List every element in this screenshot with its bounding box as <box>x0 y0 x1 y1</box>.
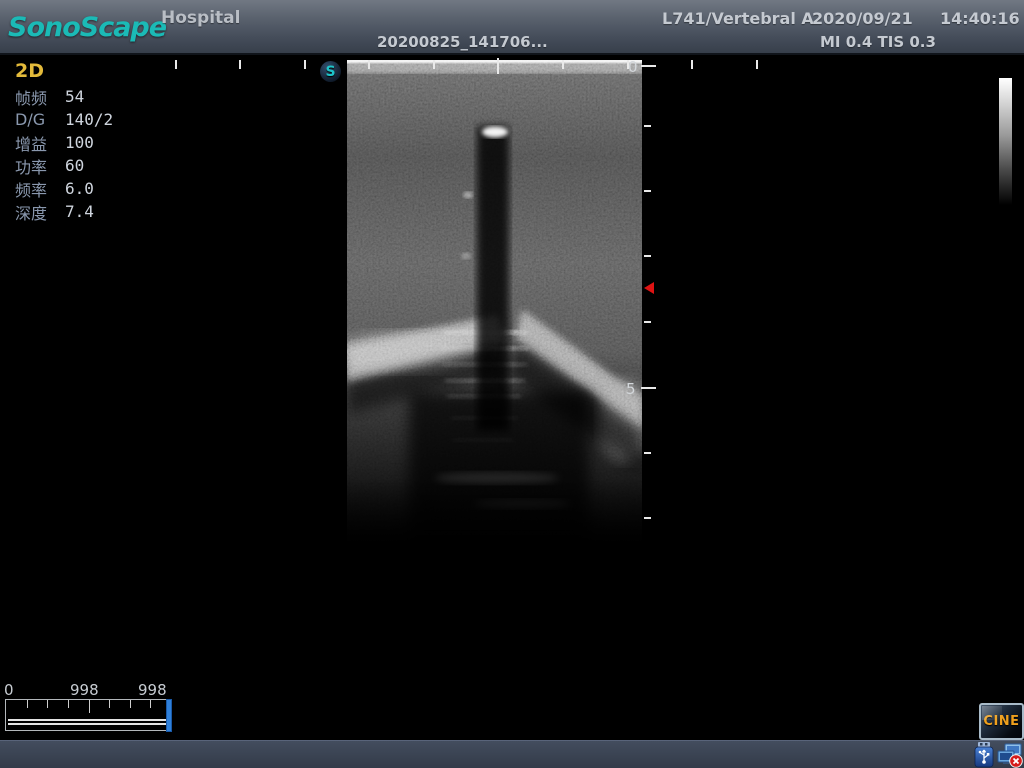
parameter-label: 频率 <box>15 177 65 201</box>
ruler-tick <box>68 700 69 708</box>
ruler-tick <box>239 60 241 69</box>
ruler-tick <box>433 60 435 69</box>
ultrasound-bmode-render <box>347 60 642 543</box>
cine-button[interactable]: CINE <box>979 703 1024 740</box>
ruler-tick <box>644 190 651 192</box>
cine-current-frame: 998 <box>70 681 99 699</box>
cine-position-handle[interactable] <box>166 699 172 732</box>
depth-label-0: 0 <box>628 58 638 76</box>
mode-indicator: 2D <box>15 60 44 82</box>
screen: SonoScape Hospital L741/Vertebral A 2020… <box>0 0 1024 768</box>
ruler-tick <box>691 60 693 69</box>
ruler-tick <box>304 60 306 69</box>
cine-scrubber-track[interactable] <box>5 699 172 731</box>
title-bar: SonoScape Hospital L741/Vertebral A 2020… <box>0 0 1024 55</box>
focus-marker-icon[interactable] <box>644 282 654 294</box>
ruler-tick <box>644 255 651 257</box>
hospital-name: Hospital <box>161 8 240 28</box>
parameter-row: D/G140/2 <box>15 108 113 131</box>
ultrasound-image[interactable] <box>347 60 642 543</box>
depth-label-5: 5 <box>626 380 636 398</box>
parameter-row: 功率60 <box>15 154 113 177</box>
cine-frame-labels: 0 998 998 <box>0 681 180 698</box>
ruler-tick <box>175 60 177 69</box>
parameter-value: 140/2 <box>65 110 113 129</box>
ruler-tick <box>89 700 90 713</box>
parameter-row: 帧频54 <box>15 85 113 108</box>
parameter-label: 增益 <box>15 131 65 155</box>
parameter-label: 深度 <box>15 200 65 224</box>
imaging-parameters: 帧频54D/G140/2增益100功率60频率6.0深度7.4 <box>15 85 113 223</box>
scrubber-rail-line <box>8 723 169 725</box>
parameter-row: 频率6.0 <box>15 177 113 200</box>
ruler-tick <box>150 700 151 708</box>
ruler-tick <box>497 58 499 74</box>
parameter-value: 6.0 <box>65 179 94 198</box>
cine-start-frame: 0 <box>4 681 14 699</box>
parameter-value: 54 <box>65 87 84 106</box>
ruler-tick <box>644 452 651 454</box>
parameter-row: 增益100 <box>15 131 113 154</box>
parameter-label: 功率 <box>15 154 65 178</box>
ruler-tick <box>644 125 651 127</box>
parameter-label: 帧频 <box>15 85 65 109</box>
parameter-label: D/G <box>15 110 65 129</box>
network-disconnected-icon[interactable] <box>997 743 1023 768</box>
cine-button-label: CINE <box>983 714 1019 729</box>
ruler-tick <box>27 700 28 708</box>
system-time: 14:40:16 <box>940 9 1020 28</box>
mi-tis-readout: MI 0.4 TIS 0.3 <box>820 33 936 51</box>
ruler-tick <box>368 60 370 69</box>
parameter-value: 100 <box>65 133 94 152</box>
parameter-value: 60 <box>65 156 84 175</box>
taskbar <box>0 740 1024 768</box>
ruler-tick <box>644 321 651 323</box>
cine-total-frames: 998 <box>138 681 167 699</box>
usb-device-icon[interactable] <box>973 741 995 768</box>
ruler-tick <box>130 700 131 708</box>
ruler-tick <box>47 700 48 708</box>
probe-orientation-marker: S <box>320 61 341 82</box>
ruler-tick <box>641 65 656 67</box>
scrubber-rail-line <box>8 719 169 721</box>
parameter-row: 深度7.4 <box>15 200 113 223</box>
sonoscape-logo: SonoScape <box>8 12 166 43</box>
parameter-value: 7.4 <box>65 202 94 221</box>
grayscale-bar <box>999 78 1012 205</box>
system-date: 2020/09/21 <box>812 9 913 28</box>
ruler-tick <box>109 700 110 708</box>
exam-id: 20200825_141706... <box>377 33 548 51</box>
ruler-tick <box>562 60 564 69</box>
ruler-tick <box>641 387 656 389</box>
probe-preset: L741/Vertebral A <box>662 9 814 28</box>
sonoscape-badge-icon: S <box>325 64 335 80</box>
ruler-tick <box>756 60 758 69</box>
ruler-tick <box>644 517 651 519</box>
